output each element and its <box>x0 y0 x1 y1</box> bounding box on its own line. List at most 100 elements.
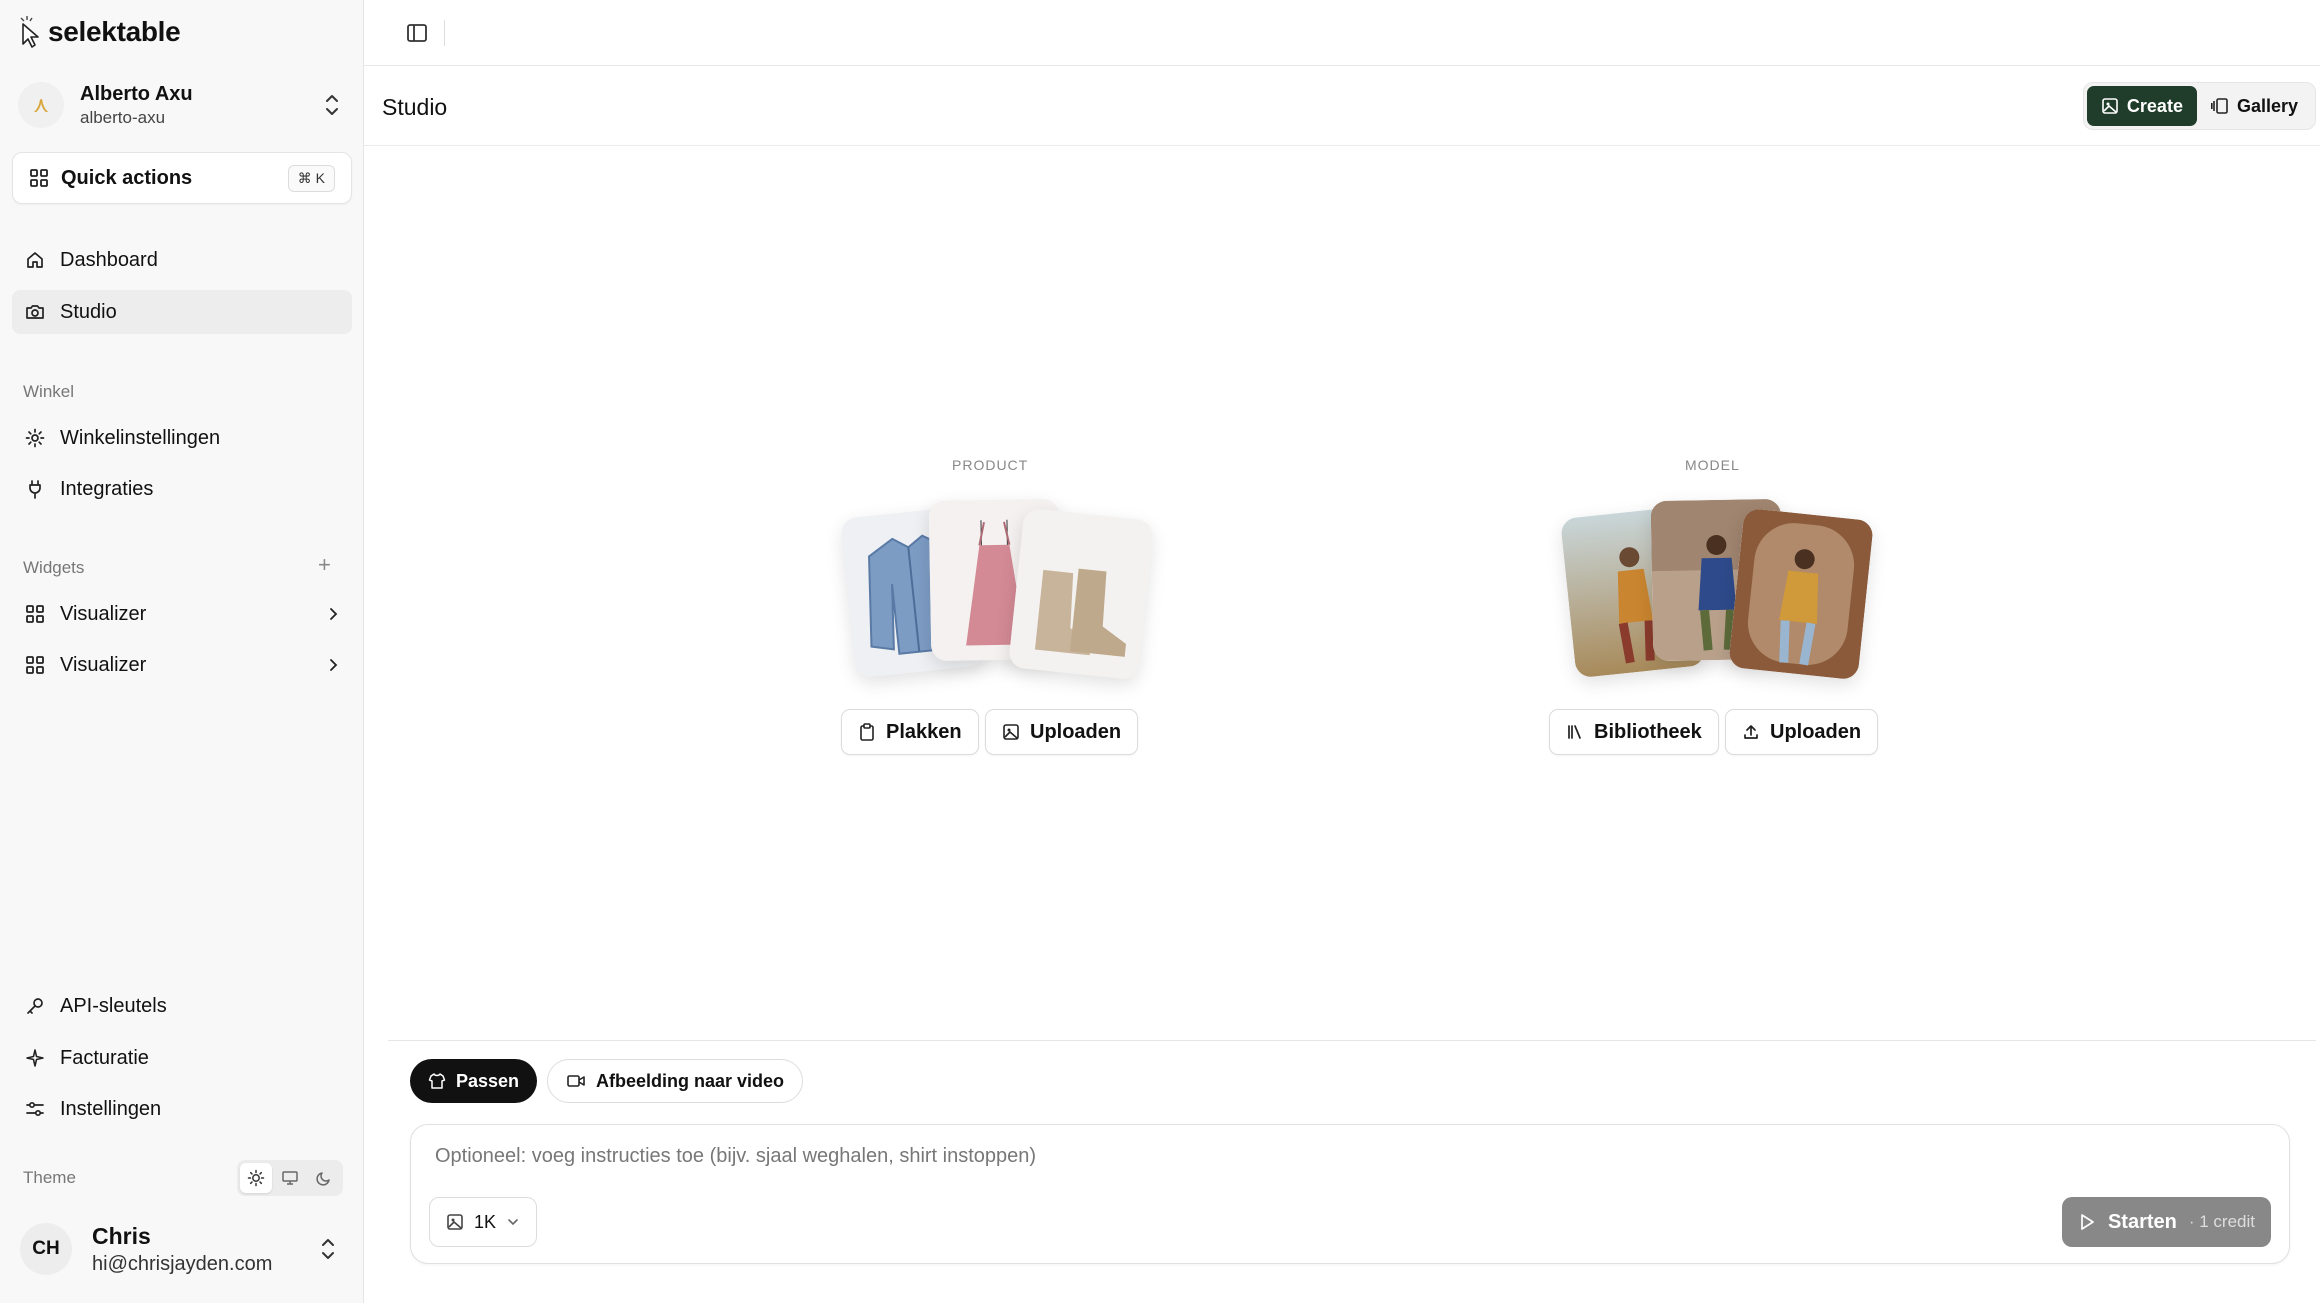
sidebar-item-label: Instellingen <box>60 1097 162 1120</box>
gallery-tab-button[interactable]: Gallery <box>2197 86 2312 126</box>
add-widget-plus-icon[interactable]: + <box>318 552 331 578</box>
model-section-label: MODEL <box>1685 457 1740 473</box>
library-label: Bibliotheek <box>1594 720 1702 743</box>
create-label: Create <box>2126 95 2183 116</box>
quick-actions-label: Quick actions <box>61 166 193 189</box>
sidebar-item-shop-settings[interactable]: Winkelinstellingen <box>12 416 352 460</box>
sidebar-item-label: API-sleutels <box>60 994 167 1017</box>
clipboard-icon <box>860 723 874 741</box>
org-handle: alberto-axu <box>80 108 166 127</box>
upload-label: Uploaden <box>1770 720 1862 743</box>
user-menu[interactable]: CH Chris hi@chrisjayden.com <box>10 1212 354 1286</box>
model-thumbnail-3 <box>1727 507 1875 681</box>
sidebar-item-settings[interactable]: Instellingen <box>12 1087 352 1131</box>
home-icon <box>24 249 46 271</box>
image-icon <box>447 1214 463 1230</box>
section-label-widgets: Widgets <box>23 558 85 577</box>
gear-icon <box>24 427 46 449</box>
shirt-icon <box>428 1073 446 1089</box>
instructions-input[interactable]: Optioneel: voeg instructies toe (bijv. s… <box>435 1145 1036 1168</box>
sliders-icon <box>24 1098 46 1120</box>
org-avatar: ⋏ <box>18 82 64 128</box>
divider <box>388 1040 2316 1041</box>
camera-icon <box>24 301 46 323</box>
mode-fit-button[interactable]: Passen <box>410 1059 538 1103</box>
sidebar: selektable ⋏ Alberto Axu alberto-axu Qui… <box>0 0 364 1303</box>
credit-cost: · 1 credit <box>2188 1212 2255 1231</box>
product-thumbnail-boots <box>1007 507 1155 681</box>
sun-icon[interactable] <box>240 1163 272 1193</box>
paste-button[interactable]: Plakken <box>841 709 979 755</box>
chevrons-up-down-icon <box>326 95 338 115</box>
image-icon <box>2102 98 2118 114</box>
mode-fit-label: Passen <box>456 1070 520 1091</box>
page-header: Studio Create Gallery <box>364 66 2320 146</box>
cursor-logo-icon <box>18 14 40 50</box>
upload-icon <box>1744 725 1758 739</box>
section-label-shop: Winkel <box>23 382 75 401</box>
image-upload-icon <box>1003 724 1019 740</box>
theme-row: Theme <box>23 1160 343 1196</box>
monitor-icon[interactable] <box>274 1163 306 1193</box>
quick-actions-shortcut: ⌘ K <box>287 164 335 192</box>
sidebar-item-integrations[interactable]: Integraties <box>12 467 352 511</box>
sidebar-item-label: Dashboard <box>60 248 158 271</box>
model-upload-button[interactable]: Uploaden <box>1725 709 1879 755</box>
sidebar-item-label: Visualizer <box>60 653 147 676</box>
play-icon <box>2081 1214 2094 1230</box>
product-section-label: PRODUCT <box>952 457 1029 473</box>
mode-video-label: Afbeelding naar video <box>596 1070 785 1091</box>
create-tab-button[interactable]: Create <box>2086 86 2197 126</box>
logo[interactable]: selektable <box>18 14 181 50</box>
topbar <box>364 0 2320 66</box>
sidebar-item-label: Winkelinstellingen <box>60 426 221 449</box>
theme-label: Theme <box>23 1168 76 1187</box>
page-title: Studio <box>382 94 448 120</box>
resolution-select[interactable]: 1K <box>429 1197 538 1247</box>
org-name: Alberto Axu <box>80 83 193 105</box>
grid-icon <box>24 603 46 625</box>
sidebar-item-billing[interactable]: Facturatie <box>12 1036 352 1080</box>
product-upload-button[interactable]: Uploaden <box>985 709 1139 755</box>
quick-actions-button[interactable]: Quick actions ⌘ K <box>12 152 352 204</box>
sidebar-item-visualizer[interactable]: Visualizer <box>12 592 352 636</box>
sidebar-item-visualizer[interactable]: Visualizer <box>12 643 352 687</box>
chevron-down-icon <box>508 1219 518 1226</box>
org-switcher[interactable]: ⋏ Alberto Axu alberto-axu <box>10 72 354 138</box>
prompt-box: Optioneel: voeg instructies toe (bijv. s… <box>410 1124 2290 1264</box>
sparkle-icon <box>24 1047 46 1069</box>
moon-icon[interactable] <box>308 1163 340 1193</box>
chevron-right-icon <box>330 608 338 620</box>
user-email: hi@chrisjayden.com <box>92 1253 273 1275</box>
gallery-label: Gallery <box>2236 95 2298 116</box>
sidebar-item-api-keys[interactable]: API-sleutels <box>12 984 352 1028</box>
sidebar-item-label: Integraties <box>60 477 154 500</box>
key-icon <box>24 995 46 1017</box>
grid-icon <box>30 169 48 187</box>
theme-toggle <box>237 1160 343 1196</box>
library-button[interactable]: Bibliotheek <box>1549 709 1719 755</box>
sidebar-item-label: Visualizer <box>60 602 147 625</box>
sidebar-toggle-icon[interactable] <box>402 18 432 48</box>
plug-icon <box>24 478 46 500</box>
sidebar-item-dashboard[interactable]: Dashboard <box>12 238 352 282</box>
sidebar-item-label: Facturatie <box>60 1046 149 1069</box>
sidebar-item-label: Studio <box>60 300 117 323</box>
grid-icon <box>24 654 46 676</box>
resolution-value: 1K <box>474 1211 497 1232</box>
brand-name: selektable <box>48 16 181 47</box>
start-button[interactable]: Starten · 1 credit <box>2061 1197 2271 1247</box>
paste-label: Plakken <box>886 720 962 743</box>
divider <box>444 20 445 46</box>
mode-image-to-video-button[interactable]: Afbeelding naar video <box>547 1059 804 1103</box>
user-avatar: CH <box>20 1223 72 1275</box>
video-icon <box>567 1075 585 1087</box>
view-switcher: Create Gallery <box>2082 82 2316 130</box>
library-icon <box>1568 725 1581 739</box>
sidebar-item-studio[interactable]: Studio <box>12 290 352 334</box>
start-label: Starten <box>2107 1210 2177 1233</box>
gallery-icon <box>2210 98 2228 114</box>
chevrons-up-down-icon <box>322 1239 334 1259</box>
chevron-right-icon <box>330 659 338 671</box>
user-name: Chris <box>92 1223 151 1249</box>
